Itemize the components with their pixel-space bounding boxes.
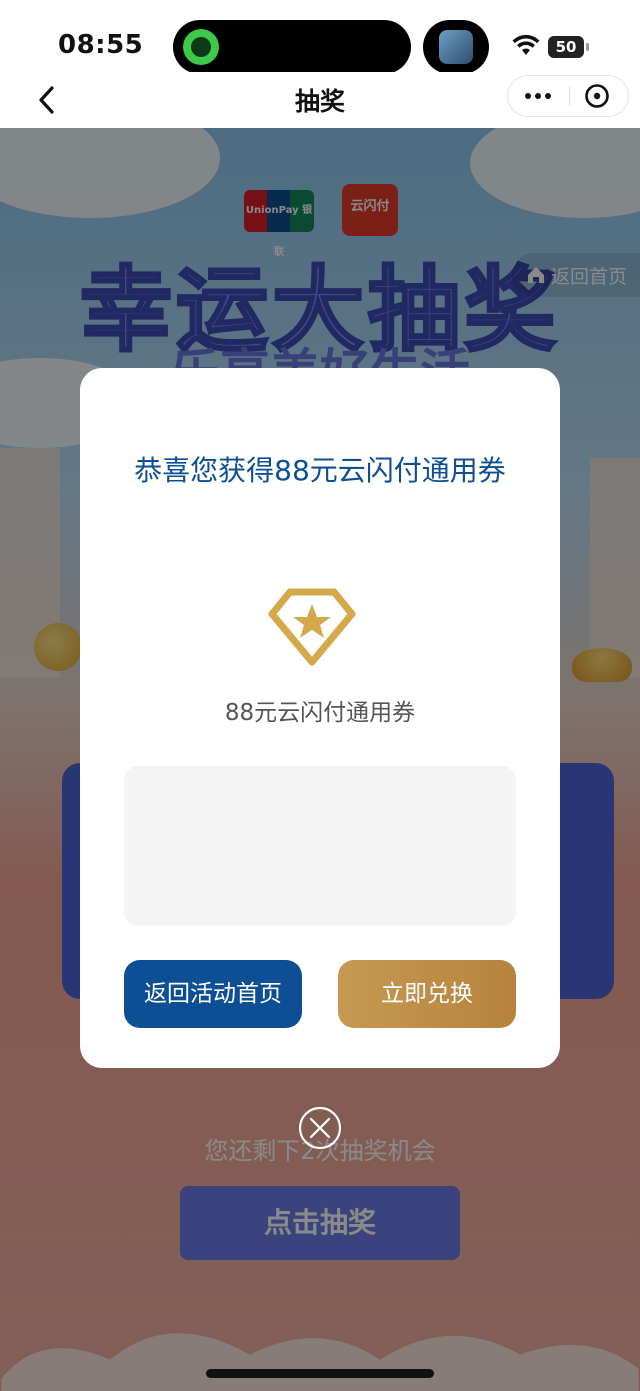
dot-icon [535,93,541,99]
more-options-button[interactable] [508,76,568,116]
exit-miniprogram-icon[interactable] [584,83,610,109]
prize-name: 88元云闪付通用券 [224,700,416,726]
activity-thumbnail [439,30,473,64]
diamond-star-icon [268,588,356,666]
dot-icon [525,93,531,99]
capsule-divider [569,86,570,106]
status-bar: 08:55 50 [0,0,640,74]
miniprogram-capsule [507,75,629,117]
coupon-code-box [124,766,516,926]
back-to-activity-home-button[interactable]: 返回活动首页 [124,960,302,1028]
battery-icon: 50 [548,36,589,58]
dot-icon [545,93,551,99]
nav-bar: 抽奖 [0,72,640,128]
status-time: 08:55 [58,30,144,60]
dynamic-island [173,20,411,74]
wifi-icon [512,34,540,55]
music-activity-icon [183,29,219,65]
live-activity [423,20,489,74]
home-indicator [206,1369,434,1378]
redeem-now-button[interactable]: 立即兑换 [338,960,516,1028]
close-icon[interactable] [298,1106,342,1150]
prize-dialog: 恭喜您获得88元云闪付通用券 88元云闪付通用券 返回活动首页 立即兑换 [80,368,560,1068]
prize-title: 恭喜您获得88元云闪付通用券 [134,454,506,487]
